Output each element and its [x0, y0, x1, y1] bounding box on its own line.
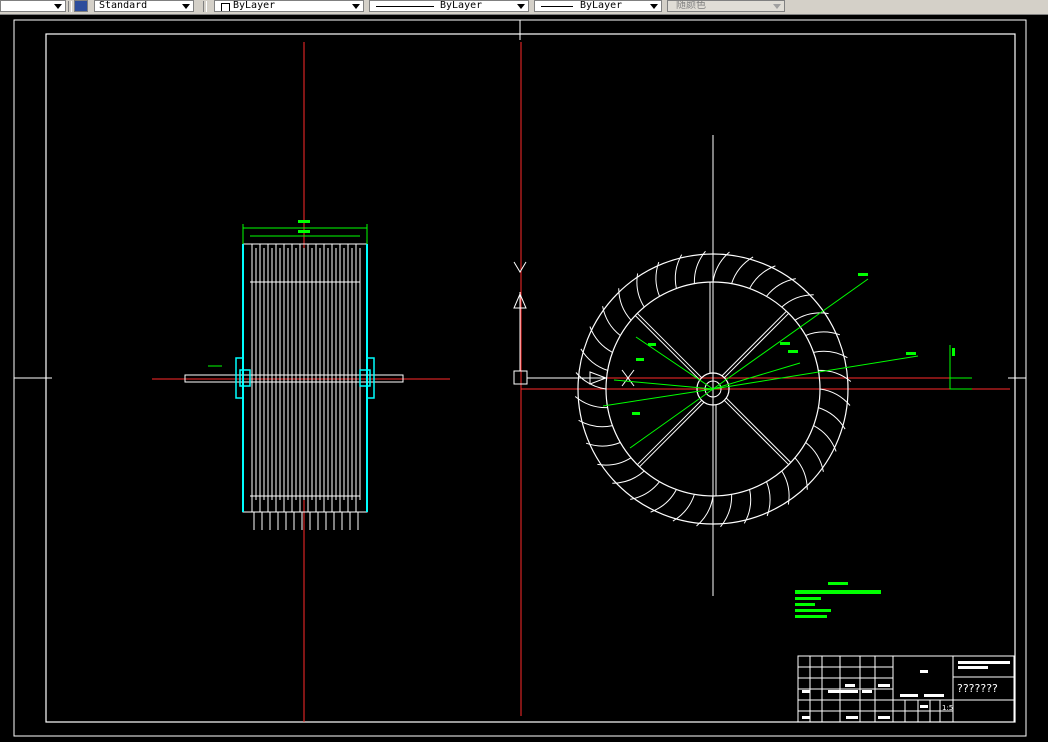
dimstyle-dropdown-partial[interactable]	[0, 0, 66, 12]
drawing-name-text: ???????	[957, 682, 998, 695]
wheel-blade	[630, 481, 660, 500]
wheel-spoke	[636, 399, 703, 466]
ucs-icon	[513, 261, 635, 387]
linetype-value: ByLayer	[440, 0, 483, 11]
wheel-blade	[818, 407, 846, 430]
layer-color-dropdown[interactable]: ByLayer	[214, 0, 364, 12]
wheel-blade	[813, 425, 837, 452]
lineweight-dropdown[interactable]: ByLayer	[534, 0, 662, 12]
wheel-blade	[602, 306, 621, 336]
plotstyle-value: 随颜色	[676, 0, 706, 11]
wheel-spoke	[723, 312, 790, 379]
wheel-blade	[650, 489, 677, 513]
dimstyle-icon[interactable]	[74, 0, 88, 12]
wheel-blade	[720, 494, 733, 528]
wheel-blade	[731, 256, 754, 284]
wheel-blade	[766, 278, 796, 297]
wheel-blade	[618, 288, 632, 321]
chevron-down-icon	[773, 4, 781, 9]
chevron-down-icon	[517, 4, 525, 9]
color-swatch-icon	[221, 3, 230, 11]
wheel-blade	[781, 470, 790, 505]
wheel-blade	[636, 273, 645, 308]
lineweight-value: ByLayer	[580, 0, 623, 11]
wheel-blade	[585, 442, 621, 447]
wheel-blade	[818, 369, 852, 382]
wheel-blade	[712, 251, 730, 283]
wheel-blade	[819, 388, 851, 406]
wheel-blade	[794, 457, 808, 490]
chevron-down-icon	[54, 4, 62, 9]
properties-toolbar: Standard ByLayer ByLayer ByLayer 随颜色	[0, 0, 1048, 15]
linetype-dropdown[interactable]: ByLayer	[369, 0, 529, 12]
technical-notes	[795, 582, 881, 618]
wheel-blade	[766, 481, 771, 517]
scale-text: 1:5	[942, 704, 953, 712]
wheel-blade	[597, 457, 632, 466]
wheel-blade	[575, 372, 607, 390]
chevron-down-icon	[352, 4, 360, 9]
wheel-blade	[655, 261, 660, 297]
wheel-blade	[693, 250, 706, 284]
dimstyle-value: Standard	[99, 0, 148, 11]
chevron-down-icon	[650, 4, 658, 9]
wheel-blade	[805, 331, 841, 336]
lineweight-sample-icon	[541, 6, 573, 7]
wheel-blade	[574, 396, 608, 409]
wheel-spoke	[636, 312, 703, 379]
toolbar-separator	[68, 1, 72, 12]
plotstyle-dropdown[interactable]: 随颜色	[667, 0, 785, 12]
wheel-spoke	[634, 315, 700, 381]
wheel-blade	[589, 326, 613, 353]
layer-color-value: ByLayer	[233, 0, 276, 11]
wheel-blade	[805, 442, 824, 472]
linetype-sample-icon	[376, 6, 434, 7]
wheel-blade	[749, 265, 776, 289]
wheel-blade	[696, 495, 714, 527]
wheel-blade	[580, 348, 608, 371]
wheel-blade	[612, 470, 645, 484]
chevron-down-icon	[182, 4, 190, 9]
drawing-canvas[interactable]: ??????? 1:5	[0, 14, 1048, 742]
wheel-blade	[781, 294, 814, 308]
wheel-spoke	[723, 399, 790, 466]
toolbar-separator	[203, 1, 207, 12]
wheel-blade	[672, 494, 695, 522]
wheel-spoke	[726, 397, 792, 463]
side-view	[184, 220, 404, 530]
dimstyle-dropdown[interactable]: Standard	[94, 0, 194, 12]
